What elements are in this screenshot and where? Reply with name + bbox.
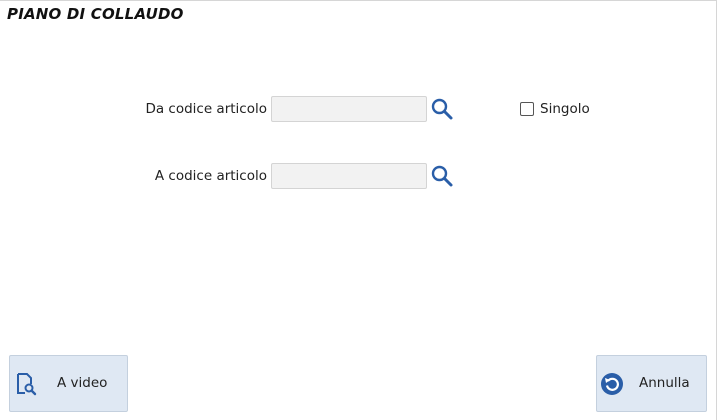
top-border	[0, 0, 717, 1]
to-code-label: A codice articolo	[154, 168, 267, 184]
from-code-search-icon[interactable]	[430, 97, 454, 121]
document-search-icon	[14, 372, 38, 400]
preview-button-label: A video	[57, 375, 108, 391]
single-checkbox-label: Singolo	[540, 101, 590, 117]
from-code-label: Da codice articolo	[145, 101, 267, 117]
to-code-field[interactable]	[271, 163, 427, 189]
undo-circle-icon	[600, 372, 624, 400]
cancel-button-label: Annulla	[639, 375, 690, 391]
preview-button[interactable]: A video	[9, 355, 128, 412]
single-checkbox[interactable]: Singolo	[520, 99, 590, 119]
to-code-search-icon[interactable]	[430, 164, 454, 188]
from-code-field[interactable]	[271, 96, 427, 122]
checkbox-box[interactable]	[520, 102, 534, 116]
cancel-button[interactable]: Annulla	[596, 355, 707, 412]
page-title: PIANO DI COLLAUDO	[7, 5, 184, 23]
